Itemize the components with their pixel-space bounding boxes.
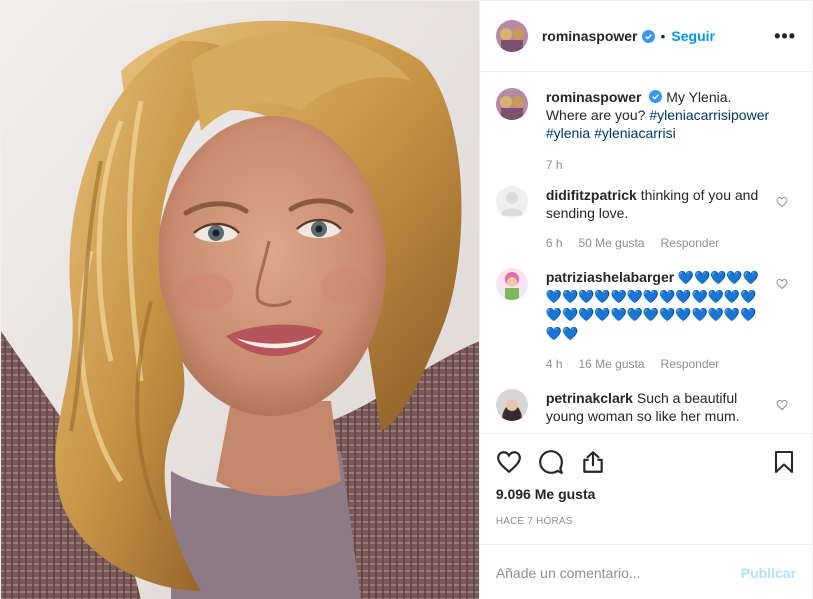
caption-username[interactable]: rominaspower	[546, 89, 642, 105]
avatar[interactable]	[495, 389, 528, 421]
comment-icon[interactable]	[538, 449, 564, 475]
separator-dot: •	[660, 28, 666, 44]
comment-likes[interactable]: 50 Me gusta	[579, 236, 645, 250]
caption-time[interactable]: 7 h	[546, 158, 563, 172]
post-actions: 9.096 Me gusta HACE 7 HORAS	[479, 433, 812, 527]
share-icon[interactable]	[580, 449, 606, 475]
avatar[interactable]	[495, 268, 528, 300]
comment-time[interactable]: 4 h	[546, 357, 563, 371]
comment-like-icon[interactable]	[776, 278, 788, 290]
add-comment-bar: Publicar	[479, 544, 812, 599]
caption: rominaspower My Ylenia. Where are you? #…	[495, 88, 796, 142]
post-header: rominaspower • Seguir •••	[479, 1, 812, 72]
likes-count[interactable]: 9.096 Me gusta	[496, 486, 796, 502]
comment-likes[interactable]: 16 Me gusta	[579, 357, 645, 371]
portrait-image	[1, 1, 479, 599]
comment-body: patriziashelabarger 💙💙💙💙💙💙💙💙💙💙💙💙💙💙💙💙💙💙💙💙…	[546, 268, 772, 343]
comment-item: didifitzpatrick thinking of you and send…	[495, 186, 796, 222]
comment-item: petrinakclark Such a beautiful young wom…	[495, 389, 796, 425]
comment-meta: 6 h 50 Me gusta Responder	[546, 236, 796, 250]
verified-badge-icon	[641, 29, 655, 43]
bookmark-icon[interactable]	[772, 449, 796, 475]
comment-body: didifitzpatrick thinking of you and send…	[546, 186, 772, 222]
reply-button[interactable]: Responder	[661, 236, 720, 250]
comment-item: patriziashelabarger 💙💙💙💙💙💙💙💙💙💙💙💙💙💙💙💙💙💙💙💙…	[495, 268, 796, 343]
post-time[interactable]: HACE 7 HORAS	[496, 516, 796, 527]
comments-list[interactable]: rominaspower My Ylenia. Where are you? #…	[480, 72, 812, 433]
avatar[interactable]	[495, 88, 528, 120]
verified-badge-icon	[649, 90, 663, 103]
comment-username[interactable]: petrinakclark	[546, 390, 633, 406]
follow-button[interactable]: Seguir	[671, 28, 715, 44]
heart-icon[interactable]	[496, 449, 522, 475]
caption-body: rominaspower My Ylenia. Where are you? #…	[546, 88, 772, 142]
hashtag[interactable]: #ylenia	[546, 125, 590, 141]
action-icons	[496, 442, 796, 482]
hashtag[interactable]: #yleniacarrisipower	[649, 107, 769, 123]
comment-username[interactable]: didifitzpatrick	[546, 187, 637, 203]
comment-like-icon[interactable]	[776, 399, 788, 411]
comment-time[interactable]: 6 h	[546, 236, 563, 250]
hashtag[interactable]: #yleniacarrisi	[594, 125, 676, 141]
publish-button[interactable]: Publicar	[741, 565, 796, 581]
comment-input[interactable]	[495, 564, 741, 581]
avatar[interactable]	[495, 186, 528, 218]
avatar[interactable]	[495, 20, 528, 52]
caption-meta: 7 h	[546, 158, 796, 172]
comment-username[interactable]: patriziashelabarger	[546, 269, 674, 285]
header-username[interactable]: rominaspower	[542, 28, 638, 44]
instagram-post: rominaspower • Seguir ••• rominaspower M…	[0, 0, 813, 599]
reply-button[interactable]: Responder	[661, 357, 720, 371]
comment-meta: 4 h 16 Me gusta Responder	[546, 357, 796, 371]
comment-body: petrinakclark Such a beautiful young wom…	[546, 389, 772, 425]
more-options-icon[interactable]: •••	[774, 26, 796, 47]
post-side-panel: rominaspower • Seguir ••• rominaspower M…	[478, 1, 812, 599]
post-photo[interactable]	[1, 1, 479, 599]
comment-like-icon[interactable]	[776, 196, 788, 208]
